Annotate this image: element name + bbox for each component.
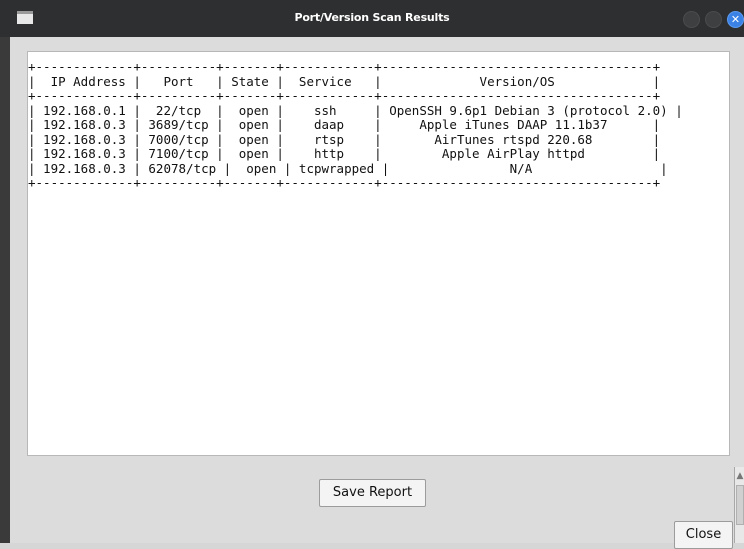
scroll-up-arrow-icon[interactable]: ▲ (735, 469, 744, 483)
window-title: Port/Version Scan Results (294, 11, 450, 24)
minimize-button[interactable] (683, 11, 700, 28)
results-text-area[interactable]: +-------------+----------+-------+------… (27, 51, 730, 456)
scan-results-window: Port/Version Scan Results ✕ +-----------… (0, 0, 744, 549)
maximize-button[interactable] (705, 11, 722, 28)
vertical-scrollbar[interactable]: ▲ (734, 467, 744, 543)
close-window-button[interactable]: ✕ (727, 11, 744, 28)
scroll-thumb[interactable] (736, 485, 744, 525)
window-border (0, 37, 10, 543)
results-table-text: +-------------+----------+-------+------… (28, 59, 683, 190)
title-bar[interactable]: Port/Version Scan Results ✕ (0, 0, 744, 37)
close-button[interactable]: Close (674, 521, 733, 549)
save-report-button[interactable]: Save Report (319, 479, 426, 507)
client-area: +-------------+----------+-------+------… (10, 37, 744, 549)
